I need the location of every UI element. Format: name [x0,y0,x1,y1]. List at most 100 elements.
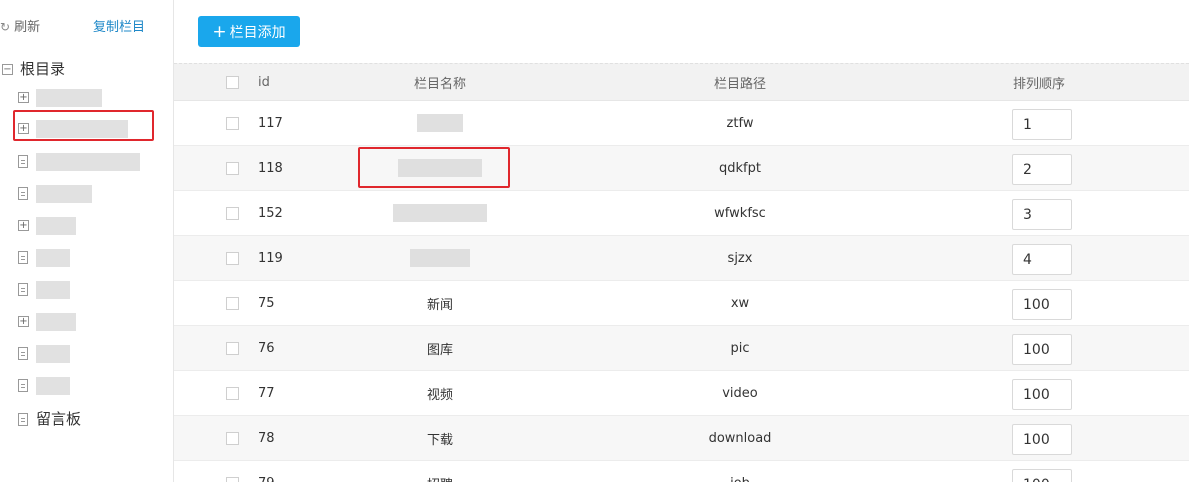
row-checkbox[interactable] [226,251,239,265]
table-row[interactable]: 117 ztfw [174,101,1189,146]
order-input[interactable] [1012,469,1072,482]
row-checkbox[interactable] [226,431,239,445]
row-path: xw [730,295,750,311]
tree-item-label [36,344,70,363]
expand-icon[interactable]: + [18,92,29,103]
tree-item[interactable] [18,248,70,267]
tree-item[interactable]: + [18,312,76,331]
tree-item-label [36,248,70,267]
expand-icon[interactable]: + [18,316,29,327]
tree-item-label [36,216,76,235]
order-input[interactable] [1012,244,1072,275]
row-checkbox[interactable] [226,206,239,220]
row-check-cell [226,326,240,370]
row-path: video [722,385,758,401]
plus-icon: + [212,21,227,42]
order-input[interactable] [1012,289,1072,320]
row-checkbox[interactable] [226,296,239,310]
refresh-button[interactable]: ↻ 刷新 [0,16,40,35]
row-check-cell [226,236,240,280]
header-name: 栏目名称 [413,76,466,92]
document-icon [18,379,28,392]
tree-item-guestbook[interactable]: 留言板 [18,408,81,429]
table-row[interactable]: 119 sjzx [174,236,1189,281]
order-input[interactable] [1012,424,1072,455]
tree-item[interactable] [18,184,92,203]
table-row[interactable]: 77 视频 video [174,371,1189,416]
expand-icon[interactable]: + [18,123,29,134]
row-path: job [574,461,906,482]
row-check-cell [226,461,240,482]
row-checkbox[interactable] [226,341,239,355]
collapse-icon[interactable]: − [2,64,13,75]
refresh-label: 刷新 [14,20,41,35]
row-check-cell [226,191,240,235]
tree-item[interactable] [18,280,70,299]
order-input[interactable] [1012,154,1072,185]
table-row[interactable]: 76 图库 pic [174,326,1189,371]
header-path: 栏目路径 [713,76,766,92]
row-name: 招聘 [338,461,542,482]
row-checkbox[interactable] [226,386,239,400]
row-checkbox[interactable] [226,476,239,482]
table-row[interactable]: 78 下载 download [174,416,1189,461]
refresh-icon: ↻ [0,20,11,34]
add-category-label: 栏目添加 [229,24,286,41]
header-order: 排列顺序 [1012,76,1065,92]
order-input[interactable] [1012,379,1072,410]
select-all-checkbox[interactable] [226,75,239,89]
document-icon [18,413,28,426]
expand-icon[interactable]: + [18,220,29,231]
tree-item-label [36,280,70,299]
copy-columns-link[interactable]: 复制栏目 [93,16,145,35]
row-id: 77 [258,385,275,401]
row-name-cell [338,236,542,280]
document-icon [18,155,28,168]
table-row[interactable]: 79 招聘 job [174,461,1189,482]
tree-item-label [36,152,140,171]
row-name: 视频 [426,387,453,403]
row-id: 79 [258,461,318,482]
order-input[interactable] [1012,334,1072,365]
tree-item[interactable] [18,376,70,395]
document-icon [18,283,28,296]
row-name-cell [338,146,542,190]
category-table: id 栏目名称 栏目路径 排列顺序 117 ztfw 118 qdkfpt [174,63,1189,482]
row-name: 图库 [426,342,453,358]
tree-item[interactable]: + [18,119,128,138]
row-id: 118 [258,160,283,176]
tree-root-node[interactable]: − 根目录 [2,58,65,79]
row-id: 117 [258,115,283,131]
tree-item[interactable]: + [18,88,102,107]
tree-item[interactable]: + [18,216,76,235]
row-checkbox[interactable] [226,161,239,175]
row-id: 75 [258,295,275,311]
document-icon [18,347,28,360]
order-input[interactable] [1012,199,1072,230]
table-row[interactable]: 118 qdkfpt [174,146,1189,191]
tree-item-label [36,312,76,331]
table-row[interactable]: 152 wfwkfsc [174,191,1189,236]
order-input[interactable] [1012,109,1072,140]
table-header: id 栏目名称 栏目路径 排列顺序 [174,63,1189,101]
row-checkbox[interactable] [226,116,239,130]
tree-item-label [36,119,128,138]
row-path: qdkfpt [719,160,761,176]
tree-item[interactable] [18,152,140,171]
document-icon [18,187,28,200]
row-id: 76 [258,340,275,356]
tree-item[interactable] [18,344,70,363]
row-path: sjzx [727,250,753,266]
sidebar-toolbar: ↻ 刷新 复制栏目 [0,14,174,36]
row-check-cell [226,146,240,190]
document-icon [18,251,28,264]
add-category-button[interactable]: + 栏目添加 [198,16,300,47]
row-name [398,159,482,177]
table-row[interactable]: 75 新闻 xw [174,281,1189,326]
tree-item-label: 留言板 [36,410,82,428]
row-check-cell [226,101,240,145]
row-path: download [708,430,772,446]
row-name [410,249,470,267]
select-all-cell [226,64,240,100]
row-check-cell [226,416,240,460]
